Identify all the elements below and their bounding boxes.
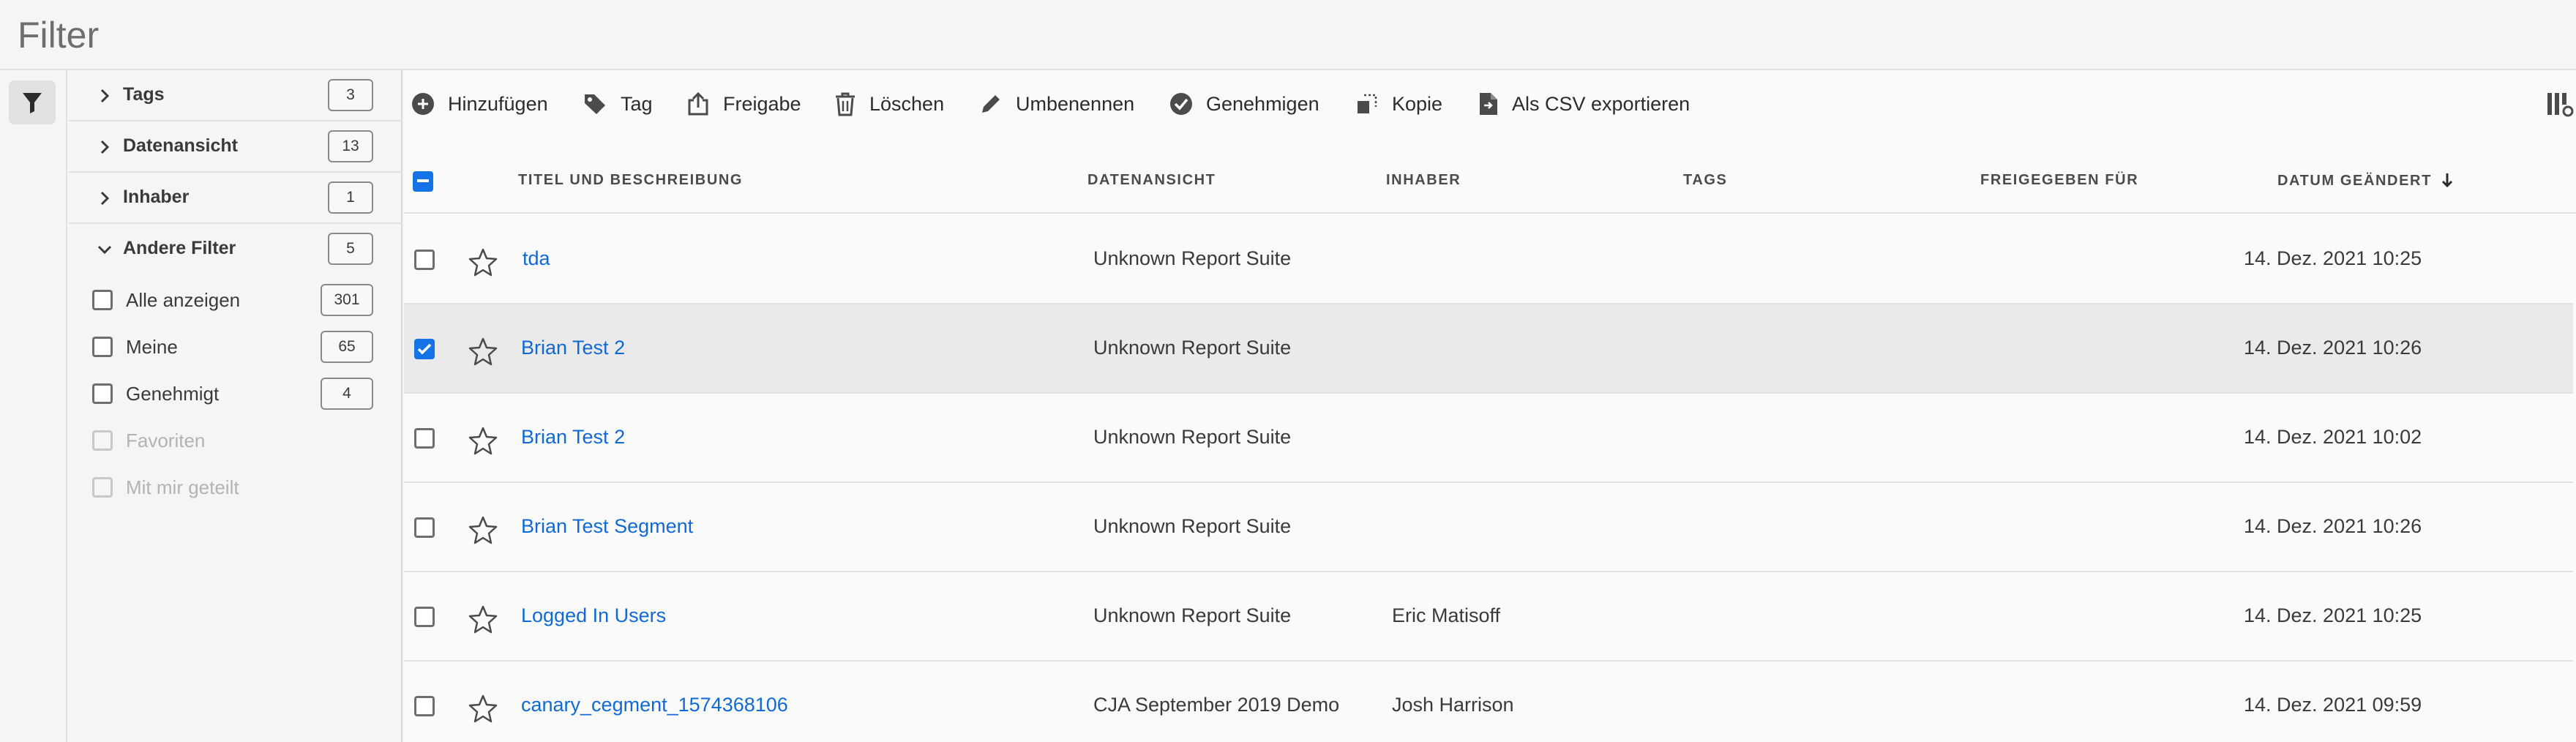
main-content: Hinzufügen Tag Freigabe Löschen Umbenenn… [404, 70, 2576, 742]
star-icon[interactable] [468, 604, 498, 634]
checkbox[interactable] [92, 290, 113, 310]
page-title: Filter [18, 15, 100, 56]
row-dataview: Unknown Report Suite [1093, 426, 1292, 448]
row-dataview: Unknown Report Suite [1093, 247, 1292, 269]
filter-option-label: Alle anzeigen [126, 289, 241, 311]
filter-option-alle-anzeigen[interactable]: Alle anzeigen 301 [69, 277, 402, 323]
column-header-shared[interactable]: FREIGEGEBEN FÜR [1980, 172, 2138, 188]
column-header-modified[interactable]: DATUM GEÄNDERT [2277, 172, 2453, 189]
chevron-right-icon [95, 189, 114, 208]
filter-group-andere-filter[interactable]: Andere Filter 5 [69, 224, 402, 275]
row-dataview: CJA September 2019 Demo [1093, 694, 1340, 716]
minus-icon [417, 179, 429, 182]
column-header-owner[interactable]: INHABER [1386, 172, 1461, 188]
star-icon[interactable] [468, 247, 498, 277]
filter-option-genehmigt[interactable]: Genehmigt 4 [69, 370, 402, 417]
chevron-down-icon [95, 240, 114, 259]
row-checkbox[interactable] [414, 428, 435, 449]
table-row[interactable]: tda Unknown Report Suite 14. Dez. 2021 1… [404, 215, 2573, 304]
filter-option-count: 301 [321, 284, 373, 316]
left-rail [0, 70, 67, 742]
checkbox [92, 477, 113, 498]
row-modified: 14. Dez. 2021 09:59 [2244, 694, 2422, 716]
row-checkbox[interactable] [414, 607, 435, 627]
table-row[interactable]: Brian Test 2 Unknown Report Suite 14. De… [404, 304, 2573, 394]
row-title-link[interactable]: Brian Test 2 [521, 337, 625, 359]
filter-group-count: 5 [328, 233, 373, 265]
row-owner: Eric Matisoff [1392, 604, 1501, 626]
checkbox [92, 430, 113, 451]
table-header: TITEL UND BESCHREIBUNG DATENANSICHT INHA… [404, 70, 2576, 214]
filter-toggle-button[interactable] [9, 80, 56, 124]
filter-group-datenansicht[interactable]: Datenansicht 13 [69, 121, 402, 173]
star-icon[interactable] [468, 426, 498, 455]
filter-option-mit-mir-geteilt: Mit mir geteilt [69, 464, 402, 511]
checkmark-icon [417, 343, 432, 355]
row-title-link[interactable]: Brian Test 2 [521, 426, 625, 449]
filter-option-label: Mit mir geteilt [126, 476, 239, 498]
arrow-down-icon [2442, 173, 2453, 188]
filter-group-label: Andere Filter [123, 238, 236, 258]
row-title-link[interactable]: Logged In Users [521, 604, 666, 627]
column-header-dataview[interactable]: DATENANSICHT [1087, 172, 1216, 188]
column-header-modified-label: DATUM GEÄNDERT [2277, 173, 2432, 189]
filter-option-count: 65 [321, 331, 373, 363]
table-row[interactable]: canary_cegment_1574368106 CJA September … [404, 662, 2573, 742]
select-all-checkbox[interactable] [413, 171, 433, 192]
filter-panel: Tags 3 Datenansicht 13 Inhaber 1 Andere … [69, 70, 402, 742]
row-dataview: Unknown Report Suite [1093, 604, 1292, 626]
filter-group-label: Datenansicht [123, 135, 238, 156]
filter-group-count: 1 [328, 181, 373, 214]
row-checkbox[interactable] [414, 517, 435, 538]
table-row[interactable]: Brian Test 2 Unknown Report Suite 14. De… [404, 394, 2573, 483]
column-header-title[interactable]: TITEL UND BESCHREIBUNG [518, 172, 743, 188]
row-title-link[interactable]: canary_cegment_1574368106 [521, 694, 788, 716]
filter-group-inhaber[interactable]: Inhaber 1 [69, 173, 402, 224]
row-modified: 14. Dez. 2021 10:26 [2244, 337, 2422, 359]
row-checkbox[interactable] [414, 696, 435, 716]
column-header-tags[interactable]: TAGS [1683, 172, 1727, 188]
table-row[interactable]: Brian Test Segment Unknown Report Suite … [404, 483, 2573, 572]
filter-option-label: Favoriten [126, 430, 206, 451]
filter-group-label: Inhaber [123, 187, 190, 207]
checkbox[interactable] [92, 337, 113, 357]
row-title-link[interactable]: Brian Test Segment [521, 515, 693, 538]
filter-group-tags[interactable]: Tags 3 [69, 70, 402, 121]
filter-option-favoriten: Favoriten [69, 417, 402, 464]
row-modified: 14. Dez. 2021 10:25 [2244, 247, 2422, 269]
row-modified: 14. Dez. 2021 10:26 [2244, 515, 2422, 537]
checkbox[interactable] [92, 383, 113, 404]
filter-option-count: 4 [321, 378, 373, 410]
row-checkbox[interactable] [414, 339, 435, 359]
chevron-right-icon [95, 86, 114, 105]
star-icon[interactable] [468, 515, 498, 544]
filter-option-label: Genehmigt [126, 383, 220, 405]
filter-page: Filter Tags 3 Datenansicht 13 Inhaber 1 … [0, 0, 2576, 742]
filter-group-label: Tags [123, 84, 165, 105]
filter-group-count: 13 [328, 130, 373, 162]
row-modified: 14. Dez. 2021 10:02 [2244, 426, 2422, 448]
row-dataview: Unknown Report Suite [1093, 337, 1292, 359]
star-icon[interactable] [468, 694, 498, 723]
funnel-icon [23, 93, 42, 113]
filter-option-meine[interactable]: Meine 65 [69, 323, 402, 370]
filter-group-count: 3 [328, 79, 373, 111]
star-icon[interactable] [468, 337, 498, 366]
table-row[interactable]: Logged In Users Unknown Report Suite Eri… [404, 572, 2573, 662]
row-title-link[interactable]: tda [523, 247, 550, 270]
filter-option-label: Meine [126, 336, 178, 358]
row-owner: Josh Harrison [1392, 694, 1514, 716]
row-checkbox[interactable] [414, 250, 435, 270]
row-dataview: Unknown Report Suite [1093, 515, 1292, 537]
chevron-right-icon [95, 138, 114, 157]
row-modified: 14. Dez. 2021 10:25 [2244, 604, 2422, 626]
